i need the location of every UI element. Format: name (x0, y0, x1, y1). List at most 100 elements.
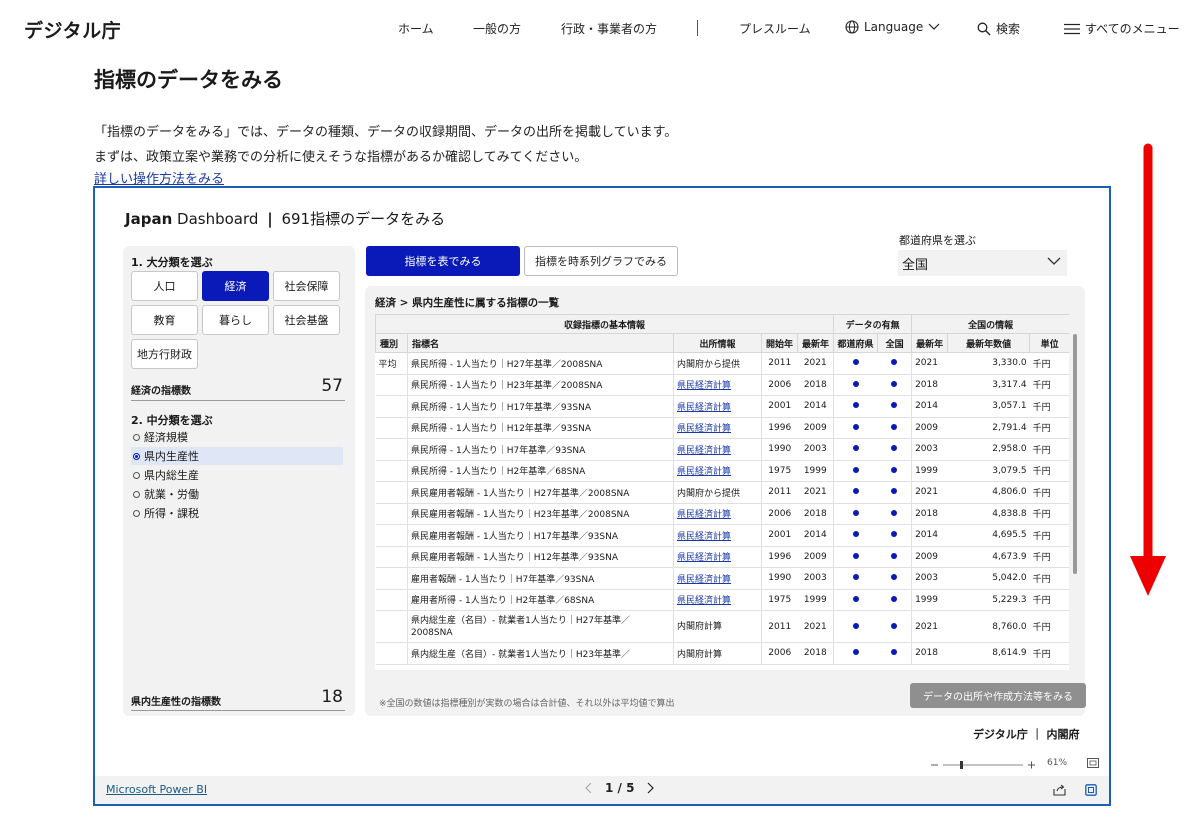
cell-nation-availability (877, 546, 912, 568)
cell-indicator-name: 県内総生産（名目）- 就業者1人当たり｜H23年基準／ (407, 642, 674, 665)
table-row[interactable]: 平均 県民所得 - 1人当たり｜H27年基準／2008SNA 内閣府から提供 2011… (375, 352, 1069, 375)
cell-national-value: 5,229.3 (947, 589, 1030, 611)
col-header-nation[interactable]: 全国 (877, 333, 913, 353)
cell-source[interactable]: 県民経済計算 (673, 438, 762, 461)
nav-pressroom[interactable]: プレスルーム (739, 20, 811, 37)
col-header-prefecture[interactable]: 都道府県 (833, 333, 879, 353)
table-scrollbar[interactable] (1073, 334, 1077, 574)
category-button-infrastructure[interactable]: 社会基盤 (273, 305, 340, 335)
brand-bold: Japan (125, 210, 173, 228)
category-button-local-finance[interactable]: 地方行財政 (131, 339, 198, 369)
search-label: 検索 (996, 22, 1021, 36)
intro-line-1: 「指標のデータをみる」では、データの種類、データの収録期間、データの出所を掲載し… (94, 125, 678, 140)
zoom-level: 61% (1047, 758, 1068, 768)
col-header-type[interactable]: 種別 (375, 333, 408, 353)
category-button-economy[interactable]: 経済 (202, 271, 269, 301)
subcategory-option[interactable]: 所得・課税 (131, 504, 343, 522)
cell-unit: 千円 (1029, 352, 1069, 375)
nav-business[interactable]: 行政・事業者の方 (561, 20, 657, 37)
cell-indicator-name: 県民所得 - 1人当たり｜H17年基準／93SNA (407, 395, 674, 418)
table-row[interactable]: 県民所得 - 1人当たり｜H23年基準／2008SNA 県民経済計算 2006 201… (375, 374, 1069, 396)
cell-indicator-name: 県民所得 - 1人当たり｜H2年基準／68SNA (407, 460, 674, 482)
nav-home[interactable]: ホーム (398, 20, 434, 37)
subcategory-option[interactable]: 経済規模 (131, 428, 343, 446)
table-row[interactable]: 県民所得 - 1人当たり｜H2年基準／68SNA 県民経済計算 1975 1999 19… (375, 460, 1069, 482)
available-dot-icon (852, 531, 859, 538)
table-row[interactable]: 雇用者報酬 - 1人当たり｜H7年基準／93SNA 県民経済計算 1990 2003 2… (375, 567, 1069, 590)
cell-source[interactable]: 県民経済計算 (673, 417, 762, 439)
cell-source[interactable]: 県民経済計算 (673, 589, 762, 611)
col-header-start[interactable]: 開始年 (761, 333, 798, 353)
cell-start-year: 2006 (761, 374, 798, 396)
dashboard-subtitle: 691指標のデータをみる (281, 210, 446, 228)
table-row[interactable]: 県民雇用者報酬 - 1人当たり｜H23年基準／2008SNA 県民経済計算 2006… (375, 503, 1069, 525)
fit-page-icon[interactable] (1087, 758, 1099, 768)
category-button-social-security[interactable]: 社会保障 (273, 271, 340, 301)
table-row[interactable]: 雇用者所得 - 1人当たり｜H2年基準／68SNA 県民経済計算 1975 1999 1… (375, 589, 1069, 611)
table-row[interactable]: 県民所得 - 1人当たり｜H7年基準／93SNA 県民経済計算 1990 2003 20… (375, 438, 1069, 461)
prefecture-select[interactable]: 全国 (898, 250, 1067, 276)
cell-source[interactable]: 県民経済計算 (673, 503, 762, 525)
table-footnote: ※全国の数値は指標種別が実数の場合は合計値、それ以外は平均値で算出 (379, 699, 675, 709)
cell-unit: 千円 (1029, 374, 1069, 396)
category-button-population[interactable]: 人口 (131, 271, 198, 301)
table-row[interactable]: 県民所得 - 1人当たり｜H12年基準／93SNA 県民経済計算 1996 2009 2… (375, 417, 1069, 439)
subcategory-option-selected[interactable]: 県内生産性 (131, 447, 343, 465)
help-link[interactable]: 詳しい操作方法をみる (94, 168, 224, 187)
table-row[interactable]: 県民雇用者報酬 - 1人当たり｜H17年基準／93SNA 県民経済計算 2001 20… (375, 524, 1069, 547)
table-row[interactable]: 県民雇用者報酬 - 1人当たり｜H27年基準／2008SNA 内閣府から提供 201… (375, 481, 1069, 504)
cell-indicator-name: 県民雇用者報酬 - 1人当たり｜H27年基準／2008SNA (407, 481, 674, 504)
subcategory-option[interactable]: 就業・労働 (131, 485, 343, 503)
all-menu-button[interactable]: すべてのメニュー (1064, 20, 1180, 37)
site-logo[interactable]: デジタル庁 (24, 16, 121, 43)
table-row[interactable]: 県民雇用者報酬 - 1人当たり｜H12年基準／93SNA 県民経済計算 1996 20… (375, 546, 1069, 568)
nav-general[interactable]: 一般の方 (473, 20, 521, 37)
cell-start-year: 1990 (761, 567, 798, 590)
category-button-education[interactable]: 教育 (131, 305, 198, 335)
language-button[interactable]: Language (845, 20, 940, 34)
share-icon[interactable] (1053, 784, 1066, 796)
indicator-table-scroll[interactable]: 収録指標の基本情報 データの有無 全国の情報 種別 指標名 出所情報 開始年 最… (375, 314, 1069, 670)
col-header-source[interactable]: 出所情報 (673, 333, 762, 353)
subcategory-heading: 2. 中分類を選ぶ (131, 414, 213, 427)
cell-unit: 千円 (1029, 642, 1069, 665)
cell-latest-year: 2009 (797, 417, 834, 439)
view-graph-button[interactable]: 指標を時系列グラフでみる (524, 246, 678, 276)
col-header-national-value[interactable]: 最新年数値 (947, 333, 1031, 353)
col-header-name[interactable]: 指標名 (407, 333, 674, 353)
col-header-unit[interactable]: 単位 (1029, 333, 1069, 353)
cell-source: 内閣府計算 (673, 610, 762, 643)
cell-national-latest-year: 2021 (911, 610, 948, 643)
chevron-right-icon[interactable] (646, 782, 655, 794)
table-row[interactable]: 県内総生産（名目）- 就業者1人当たり｜H23年基準／ 内閣府計算 2006 2018… (375, 642, 1069, 665)
powerbi-link[interactable]: Microsoft Power BI (106, 783, 207, 796)
indicator-table-body: 平均 県民所得 - 1人当たり｜H27年基準／2008SNA 内閣府から提供 2011… (375, 352, 1069, 665)
chevron-left-icon[interactable] (585, 782, 593, 794)
cell-nation-availability (877, 567, 912, 590)
view-table-button[interactable]: 指標を表でみる (366, 246, 520, 276)
cell-national-value: 4,695.5 (947, 524, 1030, 547)
cell-latest-year: 2018 (797, 374, 834, 396)
cell-source[interactable]: 県民経済計算 (673, 460, 762, 482)
subcategory-option[interactable]: 県内総生産 (131, 466, 343, 484)
search-button[interactable]: 検索 (977, 20, 1020, 37)
cell-source[interactable]: 県民経済計算 (673, 524, 762, 547)
table-row[interactable]: 県民所得 - 1人当たり｜H17年基準／93SNA 県民経済計算 2001 2014 2… (375, 395, 1069, 418)
col-header-national-latest[interactable]: 最新年 (911, 333, 949, 353)
cell-source[interactable]: 県民経済計算 (673, 567, 762, 590)
cell-source[interactable]: 県民経済計算 (673, 546, 762, 568)
category-heading: 1. 大分類を選ぶ (131, 256, 213, 269)
fullscreen-icon[interactable] (1085, 784, 1097, 796)
cell-source[interactable]: 県民経済計算 (673, 395, 762, 418)
available-dot-icon (891, 574, 898, 581)
data-source-button[interactable]: データの出所や作成方法等をみる (910, 683, 1086, 708)
cell-source[interactable]: 県民経済計算 (673, 374, 762, 396)
col-header-latest[interactable]: 最新年 (796, 333, 835, 353)
zoom-slider[interactable] (931, 760, 1035, 770)
cell-unit: 千円 (1029, 481, 1069, 504)
language-label: Language (864, 20, 924, 34)
available-dot-icon (891, 359, 898, 366)
table-row[interactable]: 県内総生産（名目）- 就業者1人当たり｜H27年基準／2008SNA 内閣府計算 2… (375, 610, 1069, 643)
cell-national-value: 8,760.0 (947, 610, 1030, 643)
category-button-living[interactable]: 暮らし (202, 305, 269, 335)
